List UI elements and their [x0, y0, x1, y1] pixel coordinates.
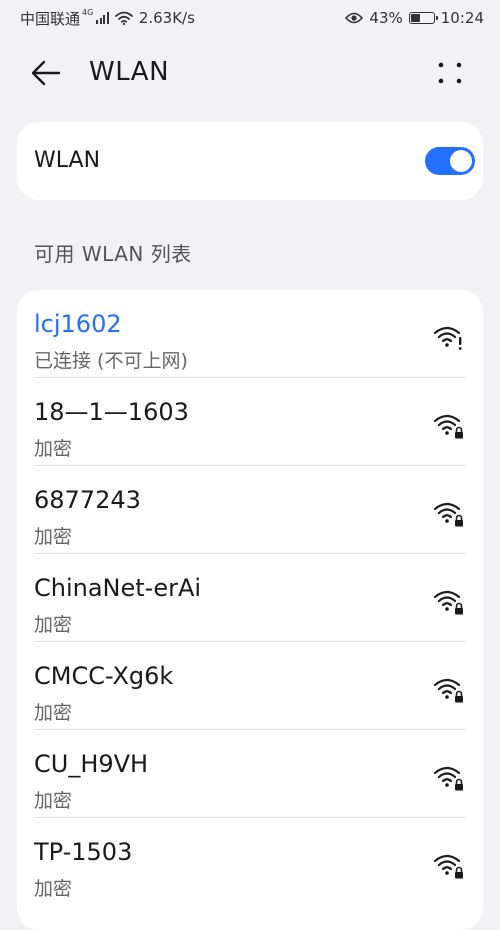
- network-row[interactable]: CU_H9VH 加密: [17, 730, 483, 818]
- wlan-toggle-switch[interactable]: [425, 147, 475, 175]
- network-row[interactable]: 18—1—1603 加密: [17, 378, 483, 466]
- network-row[interactable]: lcj1602 已连接 (不可上网): [17, 290, 483, 378]
- clock: 10:24: [440, 9, 484, 27]
- app-header: WLAN: [0, 44, 500, 102]
- network-ssid: TP-1503: [34, 838, 133, 866]
- battery-percent: 43%: [369, 9, 403, 27]
- carrier-label: 中国联通: [20, 9, 81, 28]
- network-status: 加密: [34, 438, 73, 460]
- status-right: 43% 10:24: [345, 9, 484, 27]
- battery-fill: [410, 14, 421, 22]
- wifi-warning-icon: [433, 326, 462, 350]
- more-options-button[interactable]: [430, 55, 470, 91]
- page-title: WLAN: [89, 57, 170, 87]
- network-ssid: CMCC-Xg6k: [34, 662, 174, 690]
- eye-comfort-icon: [345, 12, 364, 24]
- network-row[interactable]: CMCC-Xg6k 加密: [17, 642, 483, 730]
- wifi-lock-icon: [433, 590, 463, 615]
- wifi-status-icon: [114, 11, 133, 25]
- network-ssid: CU_H9VH: [34, 750, 149, 778]
- wifi-lock-icon: [433, 502, 463, 527]
- network-row[interactable]: TP-1503 加密: [17, 818, 483, 906]
- network-ssid: ChinaNet-erAi: [34, 574, 202, 602]
- network-status: 加密: [34, 614, 73, 636]
- wifi-lock-icon: [433, 414, 463, 439]
- network-type-label: 4G: [82, 7, 94, 17]
- network-status: 加密: [34, 702, 73, 724]
- more-dots-icon: [438, 62, 462, 84]
- network-speed: 2.63K/s: [138, 9, 195, 27]
- network-row[interactable]: ChinaNet-erAi 加密: [17, 554, 483, 642]
- network-row[interactable]: 6877243 加密: [17, 466, 483, 554]
- network-ssid: lcj1602: [34, 310, 122, 338]
- wlan-toggle-card: WLAN: [17, 122, 483, 200]
- status-bar: 中国联通 4G 2.63K/s 43% 10:24: [0, 0, 500, 36]
- battery-icon: [408, 12, 438, 24]
- network-status: 加密: [34, 526, 73, 548]
- network-ssid: 6877243: [34, 486, 141, 514]
- network-status: 加密: [34, 790, 73, 812]
- wlan-toggle-label: WLAN: [34, 148, 101, 173]
- network-list: lcj1602 已连接 (不可上网) 18—1—1603 加密 6877243 加密 Chi…: [17, 290, 483, 930]
- available-networks-title: 可用 WLAN 列表: [34, 242, 192, 266]
- back-button[interactable]: [28, 55, 64, 91]
- arrow-left-icon: [31, 60, 61, 86]
- signal-icon: [96, 12, 109, 24]
- network-status: 加密: [34, 878, 73, 900]
- network-ssid: 18—1—1603: [34, 398, 189, 426]
- status-left: 中国联通 4G 2.63K/s: [20, 8, 195, 29]
- toggle-knob: [450, 150, 472, 172]
- wifi-lock-icon: [433, 854, 463, 879]
- wifi-lock-icon: [433, 766, 463, 791]
- network-status: 已连接 (不可上网): [34, 350, 188, 372]
- wifi-lock-icon: [433, 678, 463, 703]
